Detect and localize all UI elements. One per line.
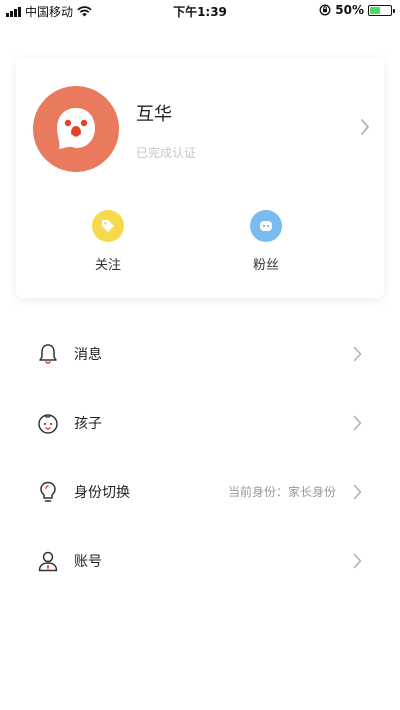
fans-stat[interactable]: 粉丝 (226, 210, 306, 273)
settings-menu: 消息 孩子 身份切换 当前身份：家长身份 账号 (0, 320, 400, 596)
menu-item-account[interactable]: 账号 (0, 527, 400, 596)
menu-label-messages: 消息 (74, 347, 102, 363)
chevron-right-icon (353, 484, 362, 500)
user-icon (38, 551, 58, 572)
child-face-icon (38, 414, 58, 434)
status-bar: 中国移动 下午1:39 50% (0, 0, 400, 22)
orientation-lock-icon (319, 4, 331, 16)
bell-icon (39, 344, 57, 364)
menu-label-account: 账号 (74, 554, 102, 570)
menu-label-children: 孩子 (74, 416, 102, 432)
lightbulb-icon (40, 481, 56, 502)
follow-label: 关注 (94, 258, 121, 273)
follow-stat[interactable]: 关注 (68, 210, 148, 273)
menu-item-messages[interactable]: 消息 (0, 320, 400, 389)
chevron-right-icon (353, 415, 362, 431)
chevron-right-icon (353, 553, 362, 569)
chevron-right-icon[interactable] (360, 118, 370, 136)
battery-fill (370, 6, 380, 14)
fans-label: 粉丝 (252, 258, 279, 273)
certification-status: 已完成认证 (136, 146, 197, 160)
avatar[interactable] (33, 86, 119, 172)
profile-card[interactable]: 互华 已完成认证 关注 粉丝 (16, 58, 384, 298)
user-name: 互华 (136, 104, 172, 125)
menu-item-children[interactable]: 孩子 (0, 389, 400, 458)
current-identity-value: 当前身份：家长身份 (227, 485, 336, 499)
ghost-face-icon (57, 108, 95, 149)
menu-label-switch-identity: 身份切换 (74, 485, 130, 501)
status-bar-right: 50% (319, 3, 395, 17)
menu-item-switch-identity[interactable]: 身份切换 当前身份：家长身份 (0, 458, 400, 527)
tag-icon (92, 210, 124, 242)
battery-icon (368, 4, 395, 16)
chevron-right-icon (353, 346, 362, 362)
battery-percent: 50% (335, 3, 364, 17)
robot-face-icon (250, 210, 282, 242)
